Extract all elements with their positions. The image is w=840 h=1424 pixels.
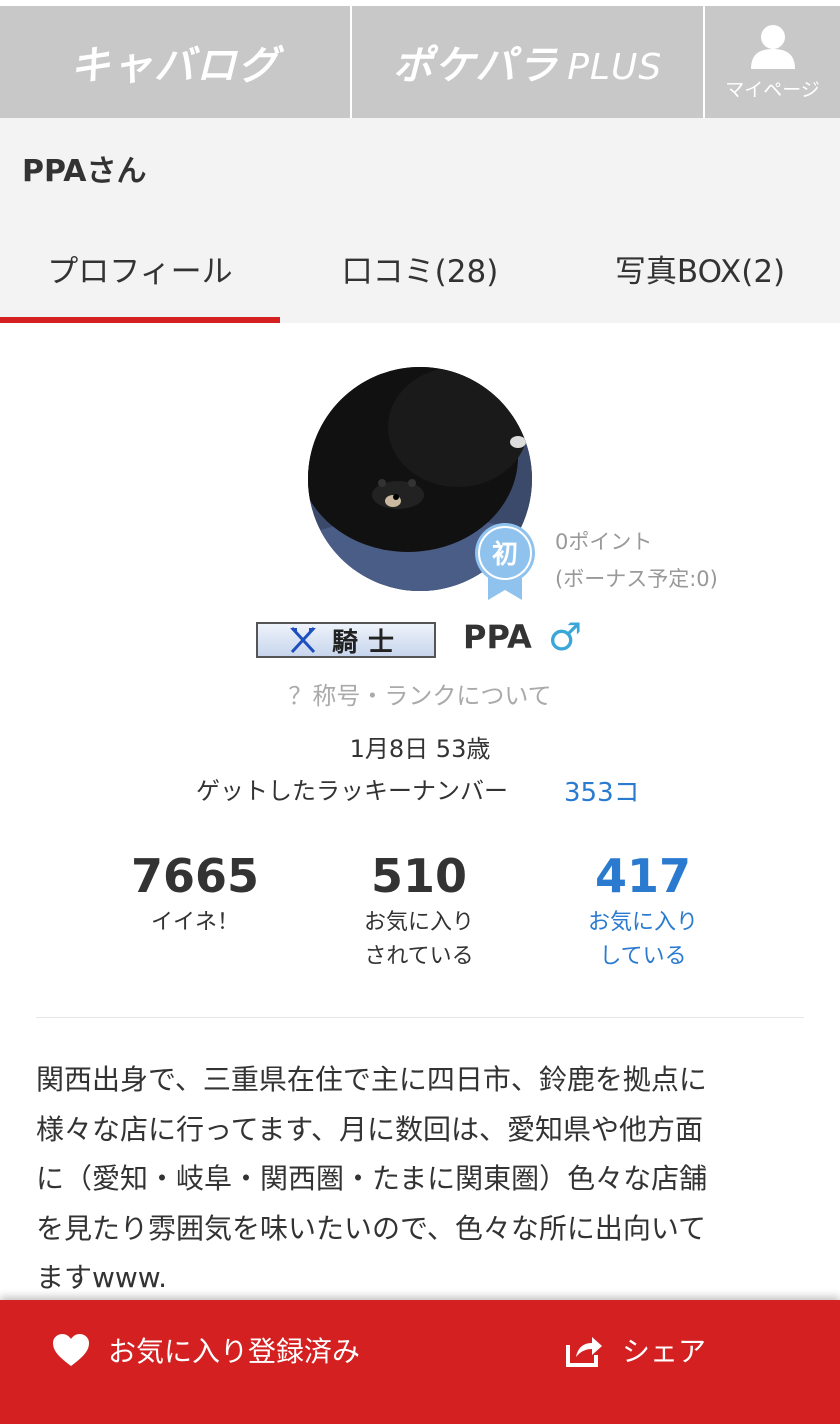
divider: [36, 1017, 804, 1018]
tab-photo-box[interactable]: 写真BOX(2): [560, 213, 840, 323]
mypage-button[interactable]: マイページ: [705, 6, 840, 118]
page-title: PPAさん: [22, 154, 147, 189]
favorited-by-label-1: お気に入り: [363, 910, 474, 935]
profile-tabs: プロフィール 口コミ(28) 写真BOX(2): [0, 213, 840, 323]
points-info: 0ポイント (ボーナス予定:0): [555, 524, 718, 598]
share-icon: [566, 1337, 602, 1367]
crossed-axes-icon: [289, 626, 316, 654]
points-value: 0ポイント: [555, 530, 653, 554]
top-nav-bar: キャバログ ポケパラ PLUS マイページ: [0, 0, 840, 118]
likes-stat: 7665 イイネ！: [95, 846, 295, 940]
bio-line: を見たり雰囲気を味いたいので、色々な所に出向いて: [36, 1211, 707, 1245]
bottom-action-bar: お気に入り登録済み シェア: [0, 1300, 840, 1424]
pokepara-plus-logo-link[interactable]: ポケパラ PLUS: [352, 6, 705, 118]
favorites-count: 417: [594, 849, 692, 903]
heart-icon: [53, 1334, 89, 1366]
beginner-badge-text: 初: [492, 540, 518, 570]
username: PPA: [463, 618, 532, 656]
mypage-label: マイページ: [725, 78, 820, 101]
bio-line: 関西出身で、三重県在住で主に四日市、鈴鹿を拠点に: [36, 1063, 707, 1096]
favorites-stat-link[interactable]: 417 お気に入り している: [543, 846, 743, 974]
bio-line: に（愛知・岐阜・関西圏・たまに関東圏）色々な店舗: [36, 1162, 708, 1195]
favorites-label-2: している: [599, 944, 687, 969]
likes-label: イイネ！: [150, 910, 239, 935]
favorite-registered-button[interactable]: お気に入り登録済み: [52, 1330, 360, 1370]
favorited-by-label-2: されている: [364, 944, 474, 969]
lucky-number-label: ゲットしたラッキーナンバー: [196, 777, 508, 805]
beginner-ribbon-badge: 初: [474, 522, 536, 600]
share-button[interactable]: シェア: [564, 1330, 706, 1370]
bonus-value: (ボーナス予定:0): [555, 567, 718, 591]
favorited-by-count: 510: [370, 849, 468, 903]
bio-line: 様々な店に行ってます、月に数回は、愛知県や他方面: [36, 1112, 703, 1146]
tab-profile[interactable]: プロフィール: [0, 213, 280, 323]
rank-title-badge: 騎士: [256, 622, 436, 658]
rank-info-link[interactable]: ？称号・ランクについて: [0, 676, 840, 711]
page-title-bar: PPAさん: [0, 118, 840, 213]
favorite-registered-label: お気に入り登録済み: [108, 1335, 361, 1368]
pokepara-plus-logo: ポケパラ PLUS: [392, 43, 663, 89]
tab-reviews[interactable]: 口コミ(28): [280, 213, 560, 323]
favorites-label-1: お気に入り: [587, 910, 698, 935]
profile-bio: 関西出身で、三重県在住で主に四日市、鈴鹿を拠点に 様々な店に行ってます、月に数回…: [36, 1055, 806, 1303]
favorited-by-stat: 510 お気に入り されている: [319, 846, 519, 974]
male-gender-icon: ♂: [548, 615, 583, 659]
lucky-number-count-link[interactable]: 353コ: [564, 772, 640, 809]
rank-title-text: 騎士: [331, 627, 404, 658]
cabalog-logo-link[interactable]: キャバログ: [0, 6, 352, 118]
likes-count: 7665: [130, 849, 260, 903]
birthday-age: 1月8日 53歳: [349, 735, 491, 763]
share-label: シェア: [622, 1335, 707, 1368]
bio-line: ますwww.: [36, 1261, 168, 1294]
cabalog-logo: キャバログ: [70, 43, 280, 89]
user-icon: [750, 24, 795, 69]
